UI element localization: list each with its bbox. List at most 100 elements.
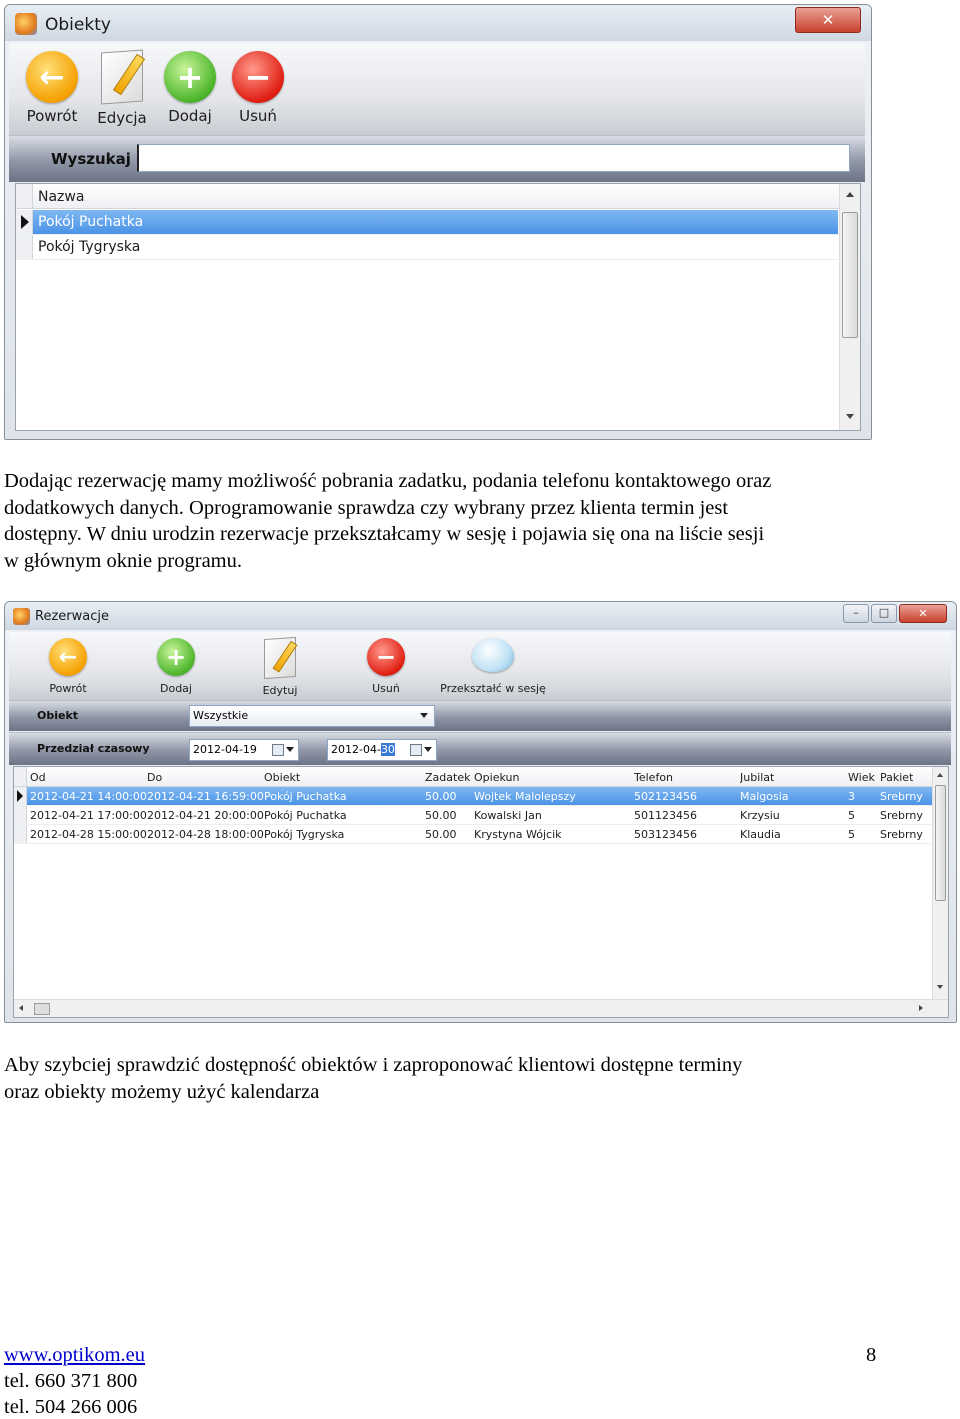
scroll-left-icon[interactable] xyxy=(19,1005,23,1011)
table-row[interactable]: 2012-04-21 17:00:00 2012-04-21 20:00:00 … xyxy=(14,806,932,825)
rezerwacje-titlebar[interactable]: Rezerwacje – □ ✕ xyxy=(5,602,956,630)
search-label: Wyszukaj xyxy=(51,150,131,168)
column-header-telefon[interactable]: Telefon xyxy=(634,771,673,784)
obiekty-titlebar[interactable]: Obiekty ✕ xyxy=(5,5,871,41)
date-to-prefix: 2012-04- xyxy=(331,743,381,756)
chevron-down-icon[interactable] xyxy=(424,747,432,752)
table-row[interactable]: 2012-04-28 15:00:00 2012-04-28 18:00:00 … xyxy=(14,825,932,844)
edit-button[interactable]: Edycja xyxy=(89,49,155,127)
column-header-pakiet[interactable]: Pakiet xyxy=(880,771,913,784)
scroll-down-icon[interactable] xyxy=(846,414,854,419)
paragraph-line: dostępny. W dniu urodzin rezerwacje prze… xyxy=(4,523,765,545)
scroll-up-icon[interactable] xyxy=(937,773,943,777)
maximize-icon: □ xyxy=(878,606,890,619)
close-button[interactable]: ✕ xyxy=(899,604,947,623)
date-from-picker[interactable]: 2012-04-19 xyxy=(189,739,299,761)
table-row[interactable]: Pokój Tygryska xyxy=(16,235,838,260)
edit-pencil-icon xyxy=(101,49,146,105)
back-arrow-icon: ← xyxy=(26,51,78,103)
scroll-thumb[interactable] xyxy=(842,212,858,338)
phone-1: tel. 660 371 800 xyxy=(4,1370,138,1392)
edit-button-label: Edytuj xyxy=(262,684,298,697)
edit-pencil-icon xyxy=(264,636,298,680)
time-filter-bar: Przedział czasowy 2012-04-19 2012-04-30 xyxy=(9,732,951,765)
row-pointer-icon xyxy=(21,215,29,229)
column-header-zadatek[interactable]: Zadatek xyxy=(425,771,470,784)
vertical-scrollbar[interactable] xyxy=(932,767,948,999)
back-button[interactable]: ← Powrót xyxy=(35,638,101,695)
table-row[interactable]: 2012-04-21 14:00:00 2012-04-21 16:59:00 … xyxy=(14,787,932,806)
convert-to-session-button[interactable]: Przekształć w sesję xyxy=(433,638,553,695)
obiekty-toolbar: ← Powrót Edycja + Dodaj − Usuń xyxy=(9,43,865,136)
date-from-value: 2012-04-19 xyxy=(193,743,257,756)
column-header-od[interactable]: Od xyxy=(30,771,46,784)
cell-opiekun: Wojtek Malolepszy xyxy=(474,790,576,803)
page-number: 8 xyxy=(866,1344,877,1366)
phone-2: tel. 504 266 006 xyxy=(4,1396,138,1418)
cell-pakiet: Srebrny xyxy=(880,828,923,841)
column-header-opiekun[interactable]: Opiekun xyxy=(474,771,519,784)
column-header-do[interactable]: Do xyxy=(147,771,162,784)
grid-header: Nazwa xyxy=(16,184,860,209)
chevron-down-icon[interactable] xyxy=(286,747,294,752)
scroll-up-icon[interactable] xyxy=(846,192,854,197)
cell-telefon: 503123456 xyxy=(634,828,697,841)
obiekt-select[interactable]: Wszystkie xyxy=(189,705,435,727)
add-button[interactable]: + Dodaj xyxy=(143,638,209,695)
vertical-scrollbar[interactable] xyxy=(839,184,860,430)
search-bar: Wyszukaj xyxy=(9,135,865,182)
back-button[interactable]: ← Powrót xyxy=(19,51,85,125)
minimize-button[interactable]: – xyxy=(843,604,869,623)
add-button-label: Dodaj xyxy=(160,682,192,695)
cell-wiek: 5 xyxy=(848,828,855,841)
column-header-obiekt[interactable]: Obiekt xyxy=(264,771,300,784)
cell-wiek: 3 xyxy=(848,790,855,803)
calendar-icon[interactable] xyxy=(410,744,422,756)
close-button[interactable]: ✕ xyxy=(795,7,861,33)
paragraph-line: oraz obiekty możemy użyć kalendarza xyxy=(4,1080,320,1103)
remove-minus-icon: − xyxy=(367,638,405,676)
chevron-down-icon xyxy=(420,713,428,718)
search-input[interactable] xyxy=(137,144,850,172)
row-name: Pokój Tygryska xyxy=(38,239,141,255)
cell-od: 2012-04-21 14:00:00 xyxy=(30,790,147,803)
obiekt-filter-bar: Obiekt Wszystkie xyxy=(9,700,951,731)
cell-obiekt: Pokój Puchatka xyxy=(264,809,347,822)
scroll-thumb-horizontal[interactable] xyxy=(34,1003,50,1015)
cell-telefon: 502123456 xyxy=(634,790,697,803)
cell-jubilat: Krzysiu xyxy=(740,809,780,822)
website-link[interactable]: www.optikom.eu xyxy=(4,1344,145,1367)
column-header-jubilat[interactable]: Jubilat xyxy=(740,771,774,784)
cell-do: 2012-04-21 16:59:00 xyxy=(147,790,264,803)
window-title: Rezerwacje xyxy=(35,609,109,624)
remove-button[interactable]: − Usuń xyxy=(353,638,419,695)
remove-button[interactable]: − Usuń xyxy=(225,51,291,125)
cell-zadatek: 50.00 xyxy=(425,809,457,822)
scroll-thumb[interactable] xyxy=(935,785,946,901)
column-header-wiek[interactable]: Wiek xyxy=(848,771,875,784)
speech-bubble-icon xyxy=(472,638,514,672)
edit-button[interactable]: Edytuj xyxy=(247,636,313,697)
scroll-down-icon[interactable] xyxy=(937,985,943,989)
close-icon: ✕ xyxy=(918,607,928,620)
add-button-label: Dodaj xyxy=(168,107,212,125)
remove-button-label: Usuń xyxy=(372,682,400,695)
add-button[interactable]: + Dodaj xyxy=(157,51,223,125)
horizontal-scrollbar[interactable] xyxy=(14,999,948,1017)
paragraph-line: Dodając rezerwację mamy możliwość pobran… xyxy=(4,470,772,492)
edit-button-label: Edycja xyxy=(97,109,147,127)
obiekty-grid: Nazwa Pokój Puchatka Pokój Tygryska xyxy=(15,183,861,431)
table-row[interactable]: Pokój Puchatka xyxy=(16,210,838,235)
cell-zadatek: 50.00 xyxy=(425,790,457,803)
column-header-nazwa[interactable]: Nazwa xyxy=(38,189,84,205)
calendar-icon[interactable] xyxy=(272,744,284,756)
cell-do: 2012-04-28 18:00:00 xyxy=(147,828,264,841)
cell-jubilat: Malgosia xyxy=(740,790,789,803)
rezerwacje-grid: Od Do Obiekt Zadatek Opiekun Telefon Jub… xyxy=(13,766,949,1018)
add-plus-icon: + xyxy=(164,51,216,103)
scroll-right-icon[interactable] xyxy=(919,1005,923,1011)
maximize-button[interactable]: □ xyxy=(871,604,897,623)
cell-obiekt: Pokój Puchatka xyxy=(264,790,347,803)
date-to-picker[interactable]: 2012-04-30 xyxy=(327,739,437,761)
cell-opiekun: Krystyna Wójcik xyxy=(474,828,562,841)
